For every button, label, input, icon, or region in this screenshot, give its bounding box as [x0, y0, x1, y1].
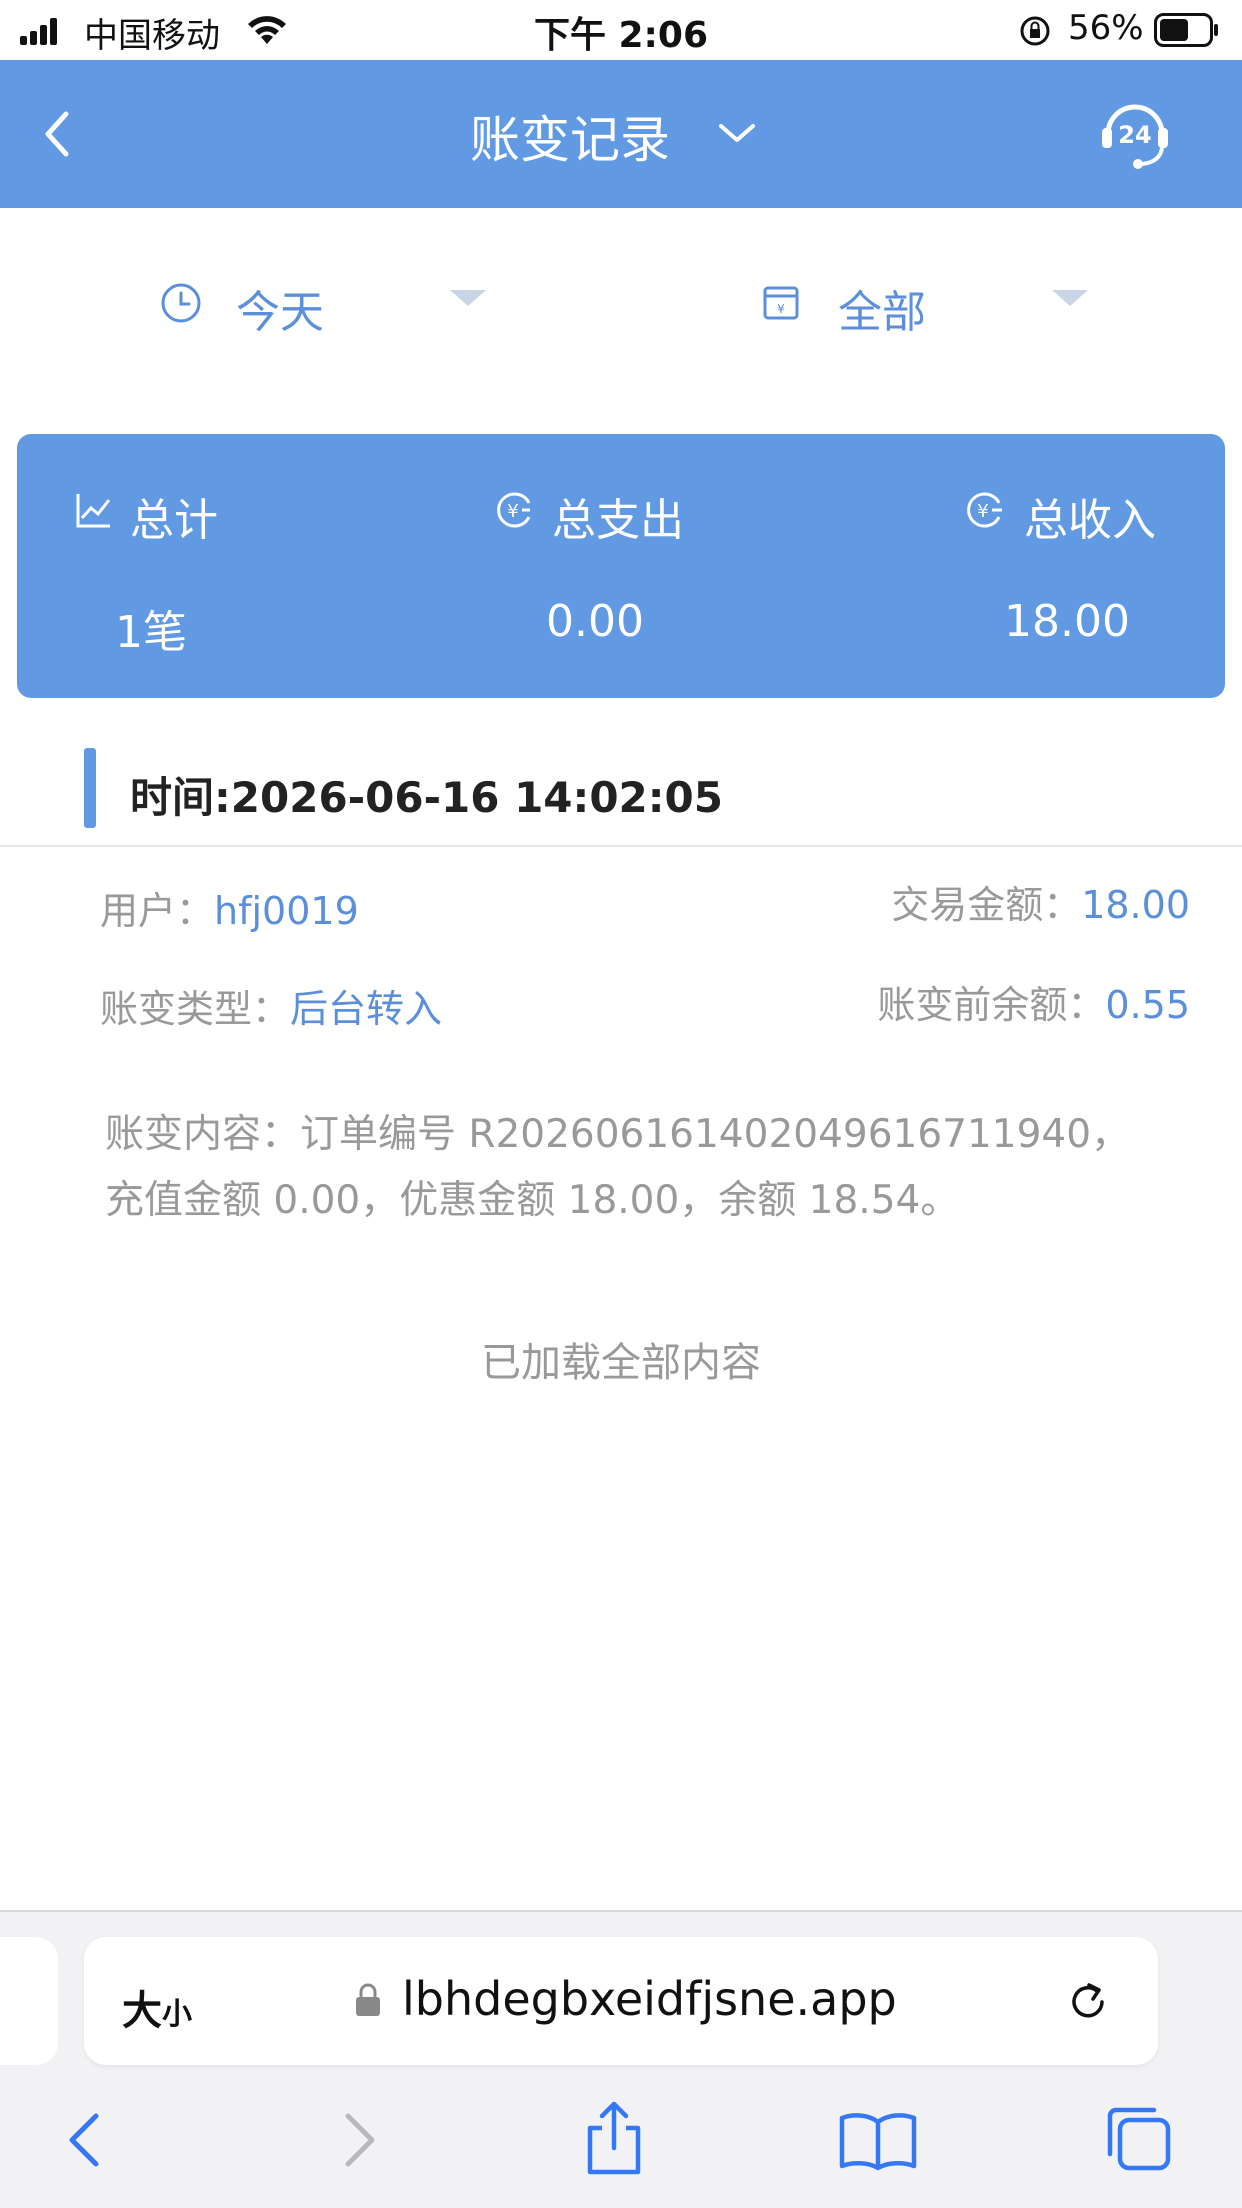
customer-service-icon[interactable]: 24: [1098, 96, 1172, 172]
status-bar: 中国移动 下午 2:06 56%: [0, 0, 1242, 60]
chevron-down-icon[interactable]: [716, 118, 758, 148]
previous-tab-edge[interactable]: [0, 1937, 58, 2065]
svg-text:¥: ¥: [777, 302, 785, 316]
total-value: 1笔: [115, 607, 187, 658]
bookmarks-icon[interactable]: [838, 2108, 918, 2172]
url-text[interactable]: lbhdegbxeidfjsne.app: [402, 1972, 897, 2026]
share-icon[interactable]: [582, 2100, 646, 2176]
time-accent-bar: [84, 748, 96, 828]
app-header: 账变记录 24: [0, 60, 1242, 208]
user-label: 用户：: [100, 889, 215, 933]
date-filter[interactable]: 今天: [236, 276, 324, 340]
svg-text:¥: ¥: [977, 501, 988, 522]
text-size-button[interactable]: 大小: [122, 1978, 192, 2036]
date-dropdown-icon[interactable]: [450, 290, 486, 306]
income-label: 总收入: [1024, 495, 1156, 546]
clock-icon: [161, 283, 201, 323]
income-value: 18.00: [1004, 596, 1130, 647]
back-arrow-icon[interactable]: [36, 104, 80, 164]
browser-back-icon[interactable]: [56, 2108, 120, 2172]
balance-before-label: 账变前余额：: [877, 983, 1106, 1027]
type-value: 后台转入: [290, 987, 443, 1031]
trend-chart-icon: [76, 494, 111, 528]
expense-label: 总支出: [552, 495, 684, 546]
lock-icon: [356, 1983, 380, 2016]
rotation-lock-icon: [1020, 16, 1050, 46]
battery-icon: [1154, 13, 1218, 47]
load-complete-text: 已加载全部内容: [481, 1340, 761, 1386]
user-row: 用户：hfj0019: [100, 880, 359, 935]
battery-percent: 56%: [1068, 8, 1144, 48]
divider: [0, 845, 1242, 847]
expense-yuan-icon: ¥: [497, 492, 531, 528]
type-filter[interactable]: 全部: [838, 276, 926, 340]
user-value: hfj0019: [214, 889, 359, 933]
type-row: 账变类型：后台转入: [100, 978, 442, 1033]
expense-value: 0.00: [546, 596, 644, 647]
status-time: 下午 2:06: [533, 15, 709, 56]
type-dropdown-icon[interactable]: [1052, 290, 1088, 306]
balance-before-row: 账变前余额：0.55: [877, 974, 1190, 1029]
page-title[interactable]: 账变记录: [420, 100, 720, 172]
browser-forward-icon[interactable]: [324, 2108, 388, 2172]
summary-card: [17, 434, 1225, 698]
tabs-icon[interactable]: [1104, 2104, 1174, 2174]
amount-label: 交易金额：: [891, 883, 1082, 927]
income-yuan-icon: ¥: [967, 492, 1002, 528]
record-content: 账变内容：订单编号 R202606161402049616711940，充值金额…: [105, 1112, 1131, 1223]
reload-icon[interactable]: [1066, 1978, 1112, 2026]
total-label: 总计: [130, 495, 218, 546]
amount-row: 交易金额：18.00: [891, 874, 1190, 929]
calendar-icon: ¥: [763, 286, 799, 320]
record-time: 时间:2026-06-16 14:02:05: [130, 773, 724, 822]
support-badge: 24: [1118, 121, 1151, 149]
type-label: 账变类型：: [100, 987, 291, 1031]
svg-text:¥: ¥: [507, 501, 518, 522]
balance-before-value: 0.55: [1105, 983, 1190, 1027]
amount-value: 18.00: [1081, 883, 1190, 927]
